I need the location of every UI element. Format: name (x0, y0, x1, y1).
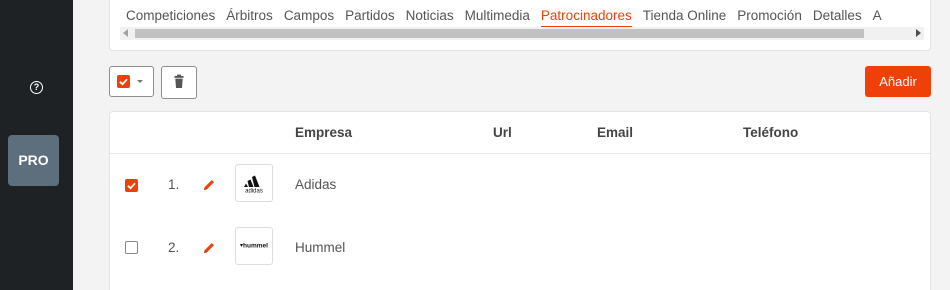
row-index: 2. (168, 240, 180, 255)
add-button[interactable]: Añadir (865, 66, 931, 97)
column-header-url[interactable]: Url (493, 125, 512, 140)
svg-text:hummel: hummel (243, 243, 268, 250)
horizontal-scrollbar[interactable] (120, 27, 924, 40)
adidas-logo: adidas (235, 164, 273, 202)
sponsors-table: Empresa Url Email Teléfono 1. adidas Adi… (109, 111, 931, 290)
row-checkbox-unchecked[interactable] (125, 241, 138, 254)
chevron-down-icon (137, 80, 143, 83)
trash-icon (174, 74, 184, 88)
tab-detalles[interactable]: Detalles (813, 8, 862, 26)
pencil-icon[interactable] (202, 178, 216, 192)
row-checkbox-checked[interactable] (125, 179, 138, 192)
tab-noticias[interactable]: Noticias (406, 8, 454, 26)
tab-more[interactable]: A (873, 8, 882, 26)
tab-arbitros[interactable]: Árbitros (226, 8, 273, 26)
hummel-logo: hummel (235, 227, 273, 265)
scroll-left-icon[interactable] (123, 29, 128, 37)
row-empresa: Hummel (295, 240, 346, 255)
tab-bar: Competiciones Árbitros Campos Partidos Notic… (126, 8, 922, 28)
tab-partidos[interactable]: Partidos (345, 8, 395, 26)
scrollbar-thumb[interactable] (135, 29, 864, 38)
tab-tienda-online[interactable]: Tienda Online (643, 8, 727, 26)
question-circle-icon[interactable]: ? (30, 81, 43, 94)
sidebar: ? PRO (0, 0, 73, 290)
bulk-select-dropdown[interactable] (109, 66, 154, 97)
column-header-email[interactable]: Email (597, 125, 633, 140)
row-index: 1. (168, 177, 180, 192)
tab-campos[interactable]: Campos (284, 8, 334, 26)
tab-patrocinadores[interactable]: Patrocinadores (540, 8, 632, 28)
checkbox-dropdown-icon (117, 75, 130, 88)
column-header-empresa[interactable]: Empresa (295, 125, 352, 140)
tab-competiciones[interactable]: Competiciones (126, 8, 215, 26)
delete-button[interactable] (161, 66, 197, 99)
pro-badge[interactable]: PRO (8, 135, 59, 186)
column-header-telefono[interactable]: Teléfono (743, 125, 798, 140)
scroll-right-icon[interactable] (916, 29, 921, 37)
header-divider (110, 153, 930, 154)
pencil-icon[interactable] (202, 241, 216, 255)
svg-text:adidas: adidas (245, 189, 263, 195)
tab-promocion[interactable]: Promoción (737, 8, 802, 26)
row-empresa: Adidas (295, 177, 337, 192)
tabs-card: Competiciones Árbitros Campos Partidos Notic… (109, 0, 931, 51)
tab-multimedia[interactable]: Multimedia (465, 8, 530, 26)
